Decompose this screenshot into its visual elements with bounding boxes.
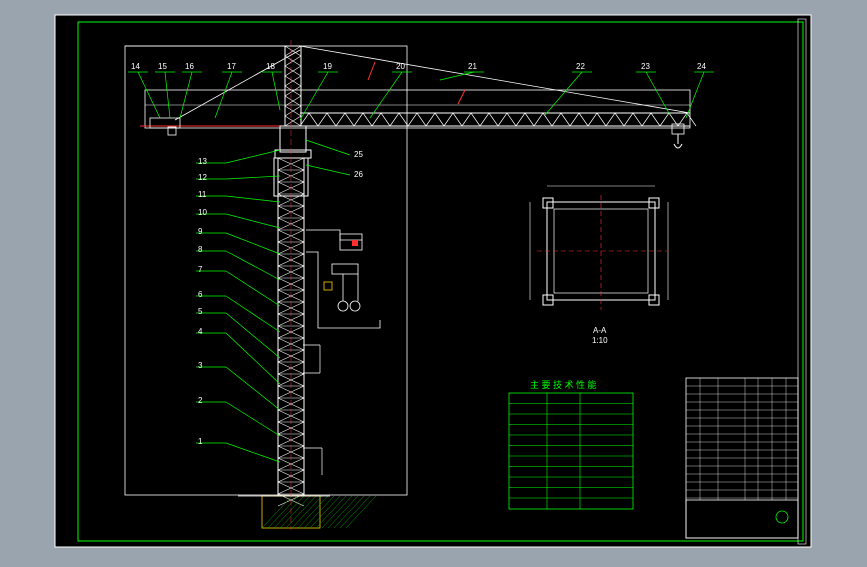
callout-24: 24 xyxy=(697,62,706,71)
section-label: A-A xyxy=(593,326,607,335)
spec-table-title: 主 要 技 术 性 能 xyxy=(530,379,597,390)
callout-3: 3 xyxy=(198,361,203,370)
cad-viewport: 14 15 16 17 18 19 20 21 22 23 24 13 12 1… xyxy=(0,0,867,562)
callout-26: 26 xyxy=(354,170,363,179)
callout-22: 22 xyxy=(576,62,585,71)
callout-15: 15 xyxy=(158,62,167,71)
callout-20: 20 xyxy=(396,62,405,71)
callout-8: 8 xyxy=(198,245,203,254)
callout-17: 17 xyxy=(227,62,236,71)
callout-16: 16 xyxy=(185,62,194,71)
callout-11: 11 xyxy=(198,190,207,199)
callout-10: 10 xyxy=(198,208,207,217)
hyd-cylinder-piston xyxy=(352,240,358,246)
callout-5: 5 xyxy=(198,307,203,316)
callout-2: 2 xyxy=(198,396,203,405)
section-scale: 1:10 xyxy=(592,336,608,345)
sheet-outer-frame xyxy=(54,14,812,548)
callout-9: 9 xyxy=(198,227,203,236)
callout-6: 6 xyxy=(198,290,203,299)
callout-18: 18 xyxy=(266,62,275,71)
callout-13: 13 xyxy=(198,157,207,166)
callout-25: 25 xyxy=(354,150,363,159)
callout-1: 1 xyxy=(198,437,203,446)
callout-23: 23 xyxy=(641,62,650,71)
callout-12: 12 xyxy=(198,173,207,182)
callout-21: 21 xyxy=(468,62,477,71)
callout-7: 7 xyxy=(198,265,203,274)
callout-19: 19 xyxy=(323,62,332,71)
callout-14: 14 xyxy=(131,62,140,71)
crane-drawing: 14 15 16 17 18 19 20 21 22 23 24 13 12 1… xyxy=(0,0,867,562)
callout-4: 4 xyxy=(198,327,203,336)
